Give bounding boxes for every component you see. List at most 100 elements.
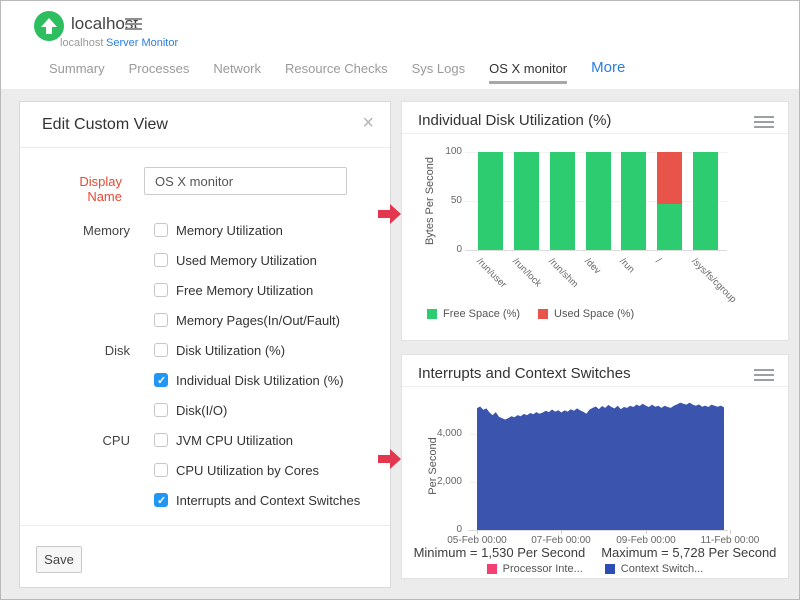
tab-more[interactable]: More (591, 59, 625, 84)
tab-sys-logs[interactable]: Sys Logs (412, 61, 465, 84)
panel-title: Edit Custom View (42, 116, 168, 134)
x-axis-label-sys-fs-cgroup: /sys/fs/cgroup (689, 256, 738, 305)
legend-swatch (487, 564, 497, 574)
min-max-stats: Minimum = 1,530 Per Second Maximum = 5,7… (402, 545, 788, 560)
legend-swatch (605, 564, 615, 574)
checkbox-label-used-memory-utilization: Used Memory Utilization (176, 253, 317, 268)
checkbox-disk-utilization[interactable] (154, 343, 168, 357)
checkbox-label-cpu-utilization-by-cores: CPU Utilization by Cores (176, 463, 319, 478)
checkbox-used-memory-utilization[interactable] (154, 253, 168, 267)
y-tick-label: 0 (422, 244, 462, 255)
checkbox-label-memory-utilization: Memory Utilization (176, 223, 283, 238)
breadcrumb-server-monitor-link[interactable]: Server Monitor (106, 37, 178, 49)
disk-chart-title: Individual Disk Utilization (%) (418, 112, 611, 129)
x-axis-label-dev: /dev (582, 256, 602, 276)
legend-label: Context Switch... (621, 563, 704, 575)
edit-custom-view-panel: Edit Custom View × Display Name Memory Me… (19, 101, 391, 588)
checkbox-row: Used Memory Utilization (20, 245, 390, 275)
tab-network[interactable]: Network (213, 61, 261, 84)
checkbox-memory-utilization[interactable] (154, 223, 168, 237)
checkbox-jvm-cpu-utilization[interactable] (154, 433, 168, 447)
group-label-disk: Disk (20, 343, 130, 358)
bar-free-run-user (478, 152, 503, 250)
legend-swatch (427, 309, 437, 319)
y-tick-label: 4,000 (422, 428, 462, 439)
close-icon[interactable]: × (362, 113, 374, 133)
checkbox-interrupts-and-context-switches[interactable] (154, 493, 168, 507)
bar-used-root (657, 152, 682, 204)
bar-free- (657, 204, 682, 250)
display-name-label: Display Name (45, 174, 122, 204)
checkbox-disk-i-o[interactable] (154, 403, 168, 417)
tab-os-x-monitor[interactable]: OS X monitor (489, 61, 567, 84)
legend-item-context-switch[interactable]: Context Switch... (605, 563, 704, 575)
checkbox-memory-pages-in-out-fault[interactable] (154, 313, 168, 327)
x-tick-mark (561, 530, 562, 534)
annotation-arrow-icon-disk (378, 204, 402, 224)
context-switches-area (477, 400, 724, 530)
bar-free-run (621, 152, 646, 250)
x-axis-label-root: / (653, 256, 663, 266)
hamburger-menu-icon[interactable] (125, 18, 142, 33)
disk-utilization-card: Individual Disk Utilization (%) Bytes Pe… (401, 101, 789, 341)
x-axis-label-run-lock: /run/lock (510, 256, 543, 289)
checkbox-row: DiskDisk Utilization (%) (20, 335, 390, 365)
legend-swatch (538, 309, 548, 319)
legend-item-free-space[interactable]: Free Space (%) (427, 308, 520, 320)
legend-label: Free Space (%) (443, 308, 520, 320)
chart-menu-icon[interactable] (754, 116, 774, 131)
checkbox-row: Disk(I/O) (20, 395, 390, 425)
y-tick-label: 50 (422, 195, 462, 206)
checkbox-label-disk-i-o: Disk(I/O) (176, 403, 227, 418)
interrupts-chart-legend: Processor Inte... Context Switch... (402, 563, 788, 575)
minimum-value: Minimum = 1,530 Per Second (414, 545, 586, 560)
gridline (465, 250, 727, 251)
maximum-value: Maximum = 5,728 Per Second (601, 545, 776, 560)
app-window: localhost localhost Server Monitor Summa… (0, 0, 800, 600)
chart-menu-icon[interactable] (754, 369, 774, 384)
checkbox-free-memory-utilization[interactable] (154, 283, 168, 297)
tab-resource-checks[interactable]: Resource Checks (285, 61, 388, 84)
breadcrumb-host: localhost (60, 37, 103, 49)
x-axis-label-run-shm: /run/shm (546, 256, 580, 290)
y-tick-label: 100 (422, 146, 462, 157)
checkbox-label-individual-disk-utilization: Individual Disk Utilization (%) (176, 373, 344, 388)
bar-free-run-shm (550, 152, 575, 250)
y-tick-label: 2,000 (422, 476, 462, 487)
checkbox-row: Individual Disk Utilization (%) (20, 365, 390, 395)
tab-summary[interactable]: Summary (49, 61, 105, 84)
x-tick-mark (730, 530, 731, 534)
checkbox-row: CPU Utilization by Cores (20, 455, 390, 485)
panel-header: Edit Custom View × (20, 102, 390, 148)
checkbox-label-jvm-cpu-utilization: JVM CPU Utilization (176, 433, 293, 448)
display-name-input[interactable] (144, 167, 347, 195)
bar-free-sys-fs-cgroup (693, 152, 718, 250)
tab-processes[interactable]: Processes (129, 61, 190, 84)
save-button[interactable]: Save (36, 546, 82, 573)
checkbox-cpu-utilization-by-cores[interactable] (154, 463, 168, 477)
x-tick-mark (477, 530, 478, 534)
legend-label: Used Space (%) (554, 308, 634, 320)
annotation-arrow-icon-interrupts (378, 449, 402, 469)
x-tick-mark (646, 530, 647, 534)
group-label-memory: Memory (20, 223, 130, 238)
y-tick-label: 0 (422, 524, 462, 535)
group-label-cpu: CPU (20, 433, 130, 448)
tab-bar: Summary Processes Network Resource Checks Sy… (49, 59, 625, 84)
panel-footer: Save (20, 525, 390, 588)
x-axis-line (468, 530, 728, 531)
checkbox-label-memory-pages-in-out-fault: Memory Pages(In/Out/Fault) (176, 313, 340, 328)
interrupts-chart-title: Interrupts and Context Switches (418, 365, 631, 382)
checkbox-row: Free Memory Utilization (20, 275, 390, 305)
bar-free-run-lock (514, 152, 539, 250)
checkbox-row: Interrupts and Context Switches (20, 485, 390, 515)
app-header: localhost localhost Server Monitor Summa… (1, 1, 799, 89)
legend-label: Processor Inte... (503, 563, 583, 575)
checkbox-label-free-memory-utilization: Free Memory Utilization (176, 283, 313, 298)
legend-item-used-space[interactable]: Used Space (%) (538, 308, 634, 320)
legend-item-processor-inte[interactable]: Processor Inte... (487, 563, 583, 575)
checkbox-label-interrupts-and-context-switches: Interrupts and Context Switches (176, 493, 360, 508)
interrupts-y-axis-title: Per Second (427, 435, 439, 497)
bar-free-dev (586, 152, 611, 250)
checkbox-individual-disk-utilization[interactable] (154, 373, 168, 387)
